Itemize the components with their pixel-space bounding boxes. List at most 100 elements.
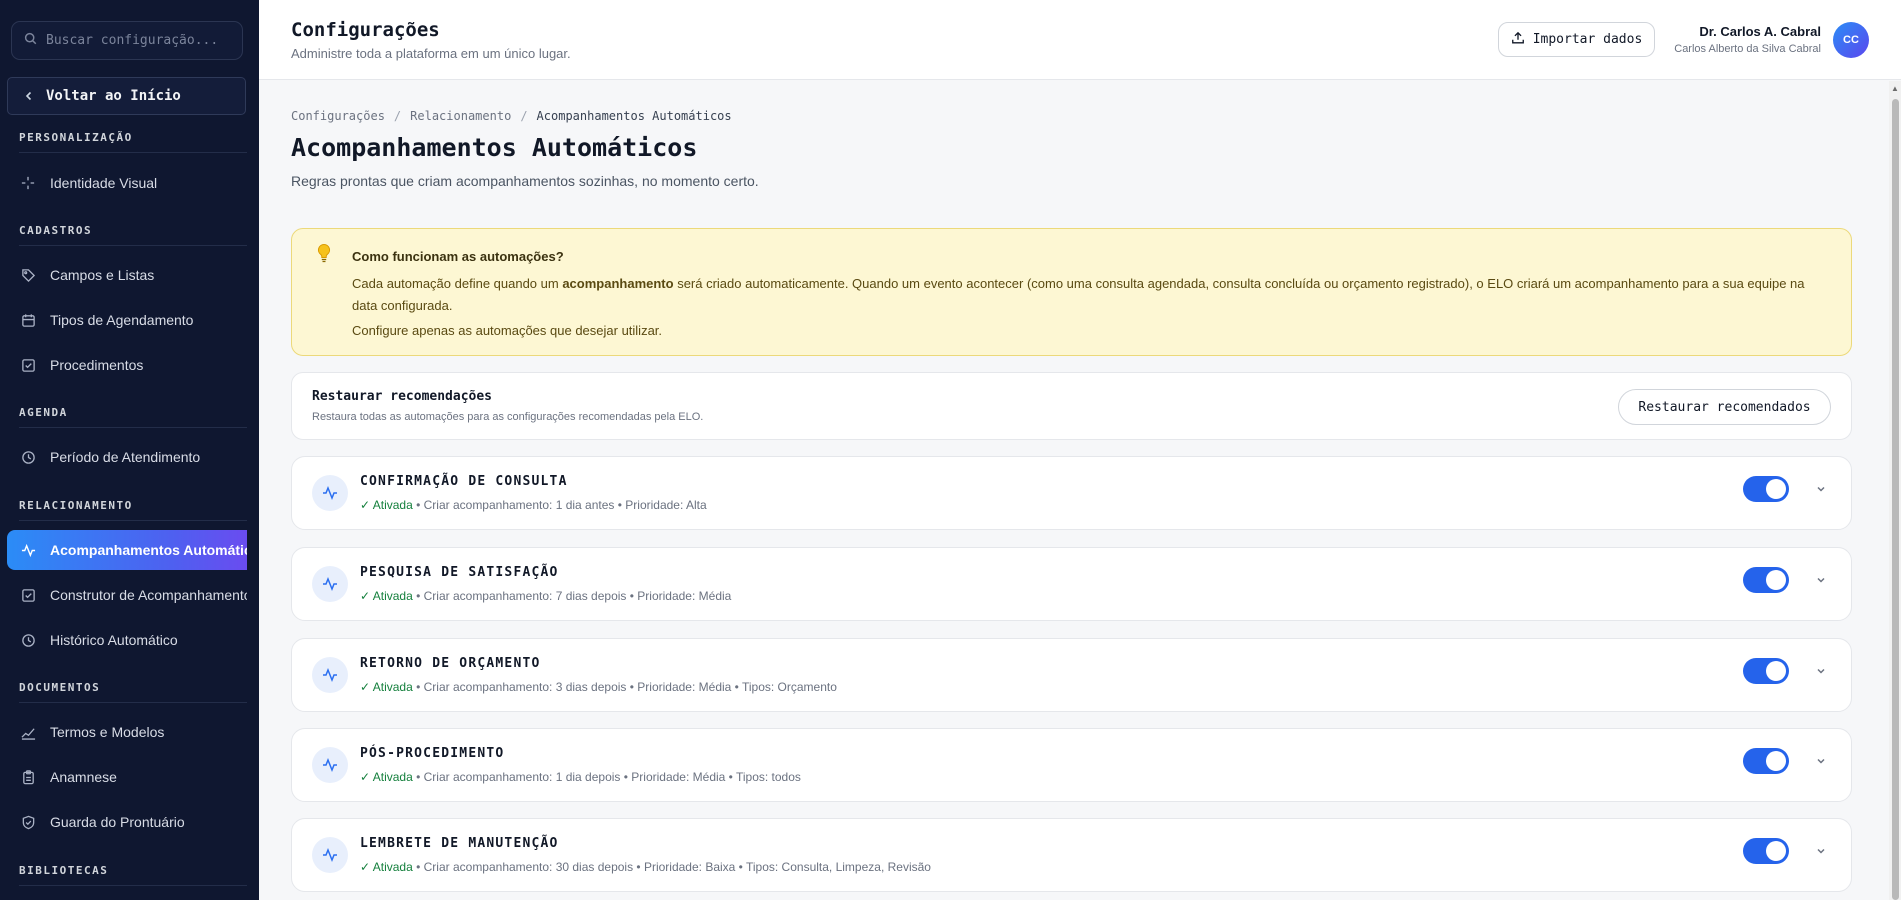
automation-card: PESQUISA DE SATISFAÇÃO ✓ Ativada • Criar… — [291, 547, 1852, 621]
sidebar-item-label: Identidade Visual — [50, 175, 158, 191]
breadcrumb: Configurações / Relacionamento / Acompanhame… — [291, 109, 732, 123]
sidebar-item-label: Termos e Modelos — [50, 724, 165, 740]
shield-check-icon — [20, 814, 36, 830]
restore-heading: Restaurar recomendações — [312, 389, 493, 404]
status-badge: ✓ Ativada — [360, 770, 413, 784]
restore-recommended-button[interactable]: Restaurar recomendados — [1618, 389, 1831, 425]
automation-detail: • Criar acompanhamento: 7 dias depois • … — [412, 589, 732, 603]
sidebar-item-historico-automatico[interactable]: Histórico Automático — [7, 620, 247, 660]
automation-toggle[interactable] — [1743, 658, 1789, 684]
section-documentos: DOCUMENTOS — [19, 681, 247, 703]
sidebar-item-acompanhamentos-automaticos[interactable]: Acompanhamentos Automáticos — [7, 530, 247, 570]
automation-detail: • Criar acompanhamento: 1 dia antes • Pr… — [412, 498, 707, 512]
automation-name: PÓS-PROCEDIMENTO — [360, 746, 505, 761]
activity-icon — [312, 566, 348, 602]
section-cadastros: CADASTROS — [19, 224, 247, 246]
automation-meta: ✓ Ativada • Criar acompanhamento: 1 dia … — [360, 498, 707, 512]
sidebar-item-label: Anamnese — [50, 769, 117, 785]
sidebar-item-periodo-atendimento[interactable]: Período de Atendimento — [7, 437, 247, 477]
user-full-name: Carlos Alberto da Silva Cabral — [1674, 43, 1821, 55]
checkbox-icon — [20, 587, 36, 603]
scroll-up-arrow-icon[interactable]: ▲ — [1891, 84, 1899, 93]
sidebar-item-identidade-visual[interactable]: Identidade Visual — [7, 163, 247, 203]
sidebar-item-label: Histórico Automático — [50, 632, 178, 648]
chevron-down-icon[interactable] — [1809, 839, 1833, 863]
chevron-down-icon[interactable] — [1809, 568, 1833, 592]
automation-toggle[interactable] — [1743, 838, 1789, 864]
sidebar-item-label: Procedimentos — [50, 357, 144, 373]
sidebar-item-label: Período de Atendimento — [50, 449, 201, 465]
status-badge: ✓ Ativada — [360, 498, 413, 512]
sidebar-item-label: Acompanhamentos Automáticos — [50, 542, 247, 558]
automation-card: LEMBRETE DE MANUTENÇÃO ✓ Ativada • Criar… — [291, 818, 1852, 892]
section-relacionamento: RELACIONAMENTO — [19, 499, 247, 521]
automation-card: CONFIRMAÇÃO DE CONSULTA ✓ Ativada • Cria… — [291, 456, 1852, 530]
automation-meta: ✓ Ativada • Criar acompanhamento: 30 dia… — [360, 860, 931, 874]
activity-icon — [312, 837, 348, 873]
lightbulb-icon — [316, 243, 332, 268]
sidebar-item-anamnese[interactable]: Anamnese — [7, 757, 247, 797]
upload-icon — [1511, 31, 1525, 49]
restore-description: Restaura todas as automações para as con… — [312, 411, 704, 423]
search-box[interactable] — [11, 21, 243, 60]
sidebar-item-guarda-prontuario[interactable]: Guarda do Prontuário — [7, 802, 247, 842]
automation-card: PÓS-PROCEDIMENTO ✓ Ativada • Criar acomp… — [291, 728, 1852, 802]
automation-toggle[interactable] — [1743, 748, 1789, 774]
chevron-down-icon[interactable] — [1809, 749, 1833, 773]
clock-icon — [20, 449, 36, 465]
activity-icon — [312, 475, 348, 511]
automation-detail: • Criar acompanhamento: 1 dia depois • P… — [412, 770, 801, 784]
status-badge: ✓ Ativada — [360, 680, 413, 694]
activity-icon — [312, 747, 348, 783]
header-title: Configurações — [291, 19, 440, 41]
status-badge: ✓ Ativada — [360, 860, 413, 874]
breadcrumb-separator: / — [520, 109, 528, 123]
breadcrumb-separator: / — [393, 109, 402, 123]
section-agenda: AGENDA — [19, 406, 247, 428]
automation-name: CONFIRMAÇÃO DE CONSULTA — [360, 474, 568, 489]
automation-meta: ✓ Ativada • Criar acompanhamento: 7 dias… — [360, 589, 731, 603]
sidebar-item-label: Construtor de Acompanhamento — [50, 587, 247, 603]
search-icon — [24, 32, 37, 50]
avatar[interactable]: CC — [1833, 22, 1869, 58]
automation-name: LEMBRETE DE MANUTENÇÃO — [360, 836, 559, 851]
breadcrumb-item[interactable]: Relacionamento — [410, 109, 511, 123]
back-to-home-button[interactable]: Voltar ao Início — [7, 77, 246, 115]
section-personalizacao: PERSONALIZAÇÃO — [19, 131, 247, 153]
sidebar-item-termos-modelos[interactable]: Termos e Modelos — [7, 712, 247, 752]
toggle-knob — [1766, 751, 1786, 771]
search-input[interactable] — [46, 33, 236, 48]
sidebar-item-label: Campos e Listas — [50, 267, 155, 283]
info-text: Cada automação define quando um — [352, 276, 563, 291]
scrollbar-thumb[interactable] — [1892, 99, 1899, 900]
trending-up-icon — [20, 724, 36, 740]
toggle-knob — [1766, 661, 1786, 681]
breadcrumb-current: Acompanhamentos Automáticos — [536, 109, 732, 123]
automation-meta: ✓ Ativada • Criar acompanhamento: 1 dia … — [360, 770, 801, 784]
sidebar: Voltar ao Início PERSONALIZAÇÃO Identida… — [0, 0, 259, 900]
sidebar-item-label: Tipos de Agendamento — [50, 312, 194, 328]
chevron-down-icon[interactable] — [1809, 477, 1833, 501]
chevron-left-icon — [24, 88, 34, 104]
automation-meta: ✓ Ativada • Criar acompanhamento: 3 dias… — [360, 680, 837, 694]
automation-toggle[interactable] — [1743, 476, 1789, 502]
checkbox-icon — [20, 357, 36, 373]
clock-icon — [20, 632, 36, 648]
automation-name: RETORNO DE ORÇAMENTO — [360, 656, 541, 671]
page-subtitle: Regras prontas que criam acompanhamentos… — [291, 173, 759, 189]
sidebar-item-tipos-agendamento[interactable]: Tipos de Agendamento — [7, 300, 247, 340]
chevron-down-icon[interactable] — [1809, 659, 1833, 683]
tag-icon — [20, 267, 36, 283]
automation-detail: • Criar acompanhamento: 3 dias depois • … — [412, 680, 837, 694]
breadcrumb-item[interactable]: Configurações — [291, 109, 385, 123]
page-title: Acompanhamentos Automáticos — [291, 133, 698, 162]
sidebar-item-campos-listas[interactable]: Campos e Listas — [7, 255, 247, 295]
import-data-button[interactable]: Importar dados — [1498, 22, 1655, 57]
info-text-bold: acompanhamento — [562, 276, 674, 291]
main-scrollbar[interactable]: ▲ — [1889, 81, 1901, 900]
import-label: Importar dados — [1532, 32, 1643, 47]
sidebar-item-procedimentos[interactable]: Procedimentos — [7, 345, 247, 385]
automation-toggle[interactable] — [1743, 567, 1789, 593]
status-badge: ✓ Ativada — [360, 589, 413, 603]
sidebar-item-construtor-acompanhamento[interactable]: Construtor de Acompanhamento — [7, 575, 247, 615]
